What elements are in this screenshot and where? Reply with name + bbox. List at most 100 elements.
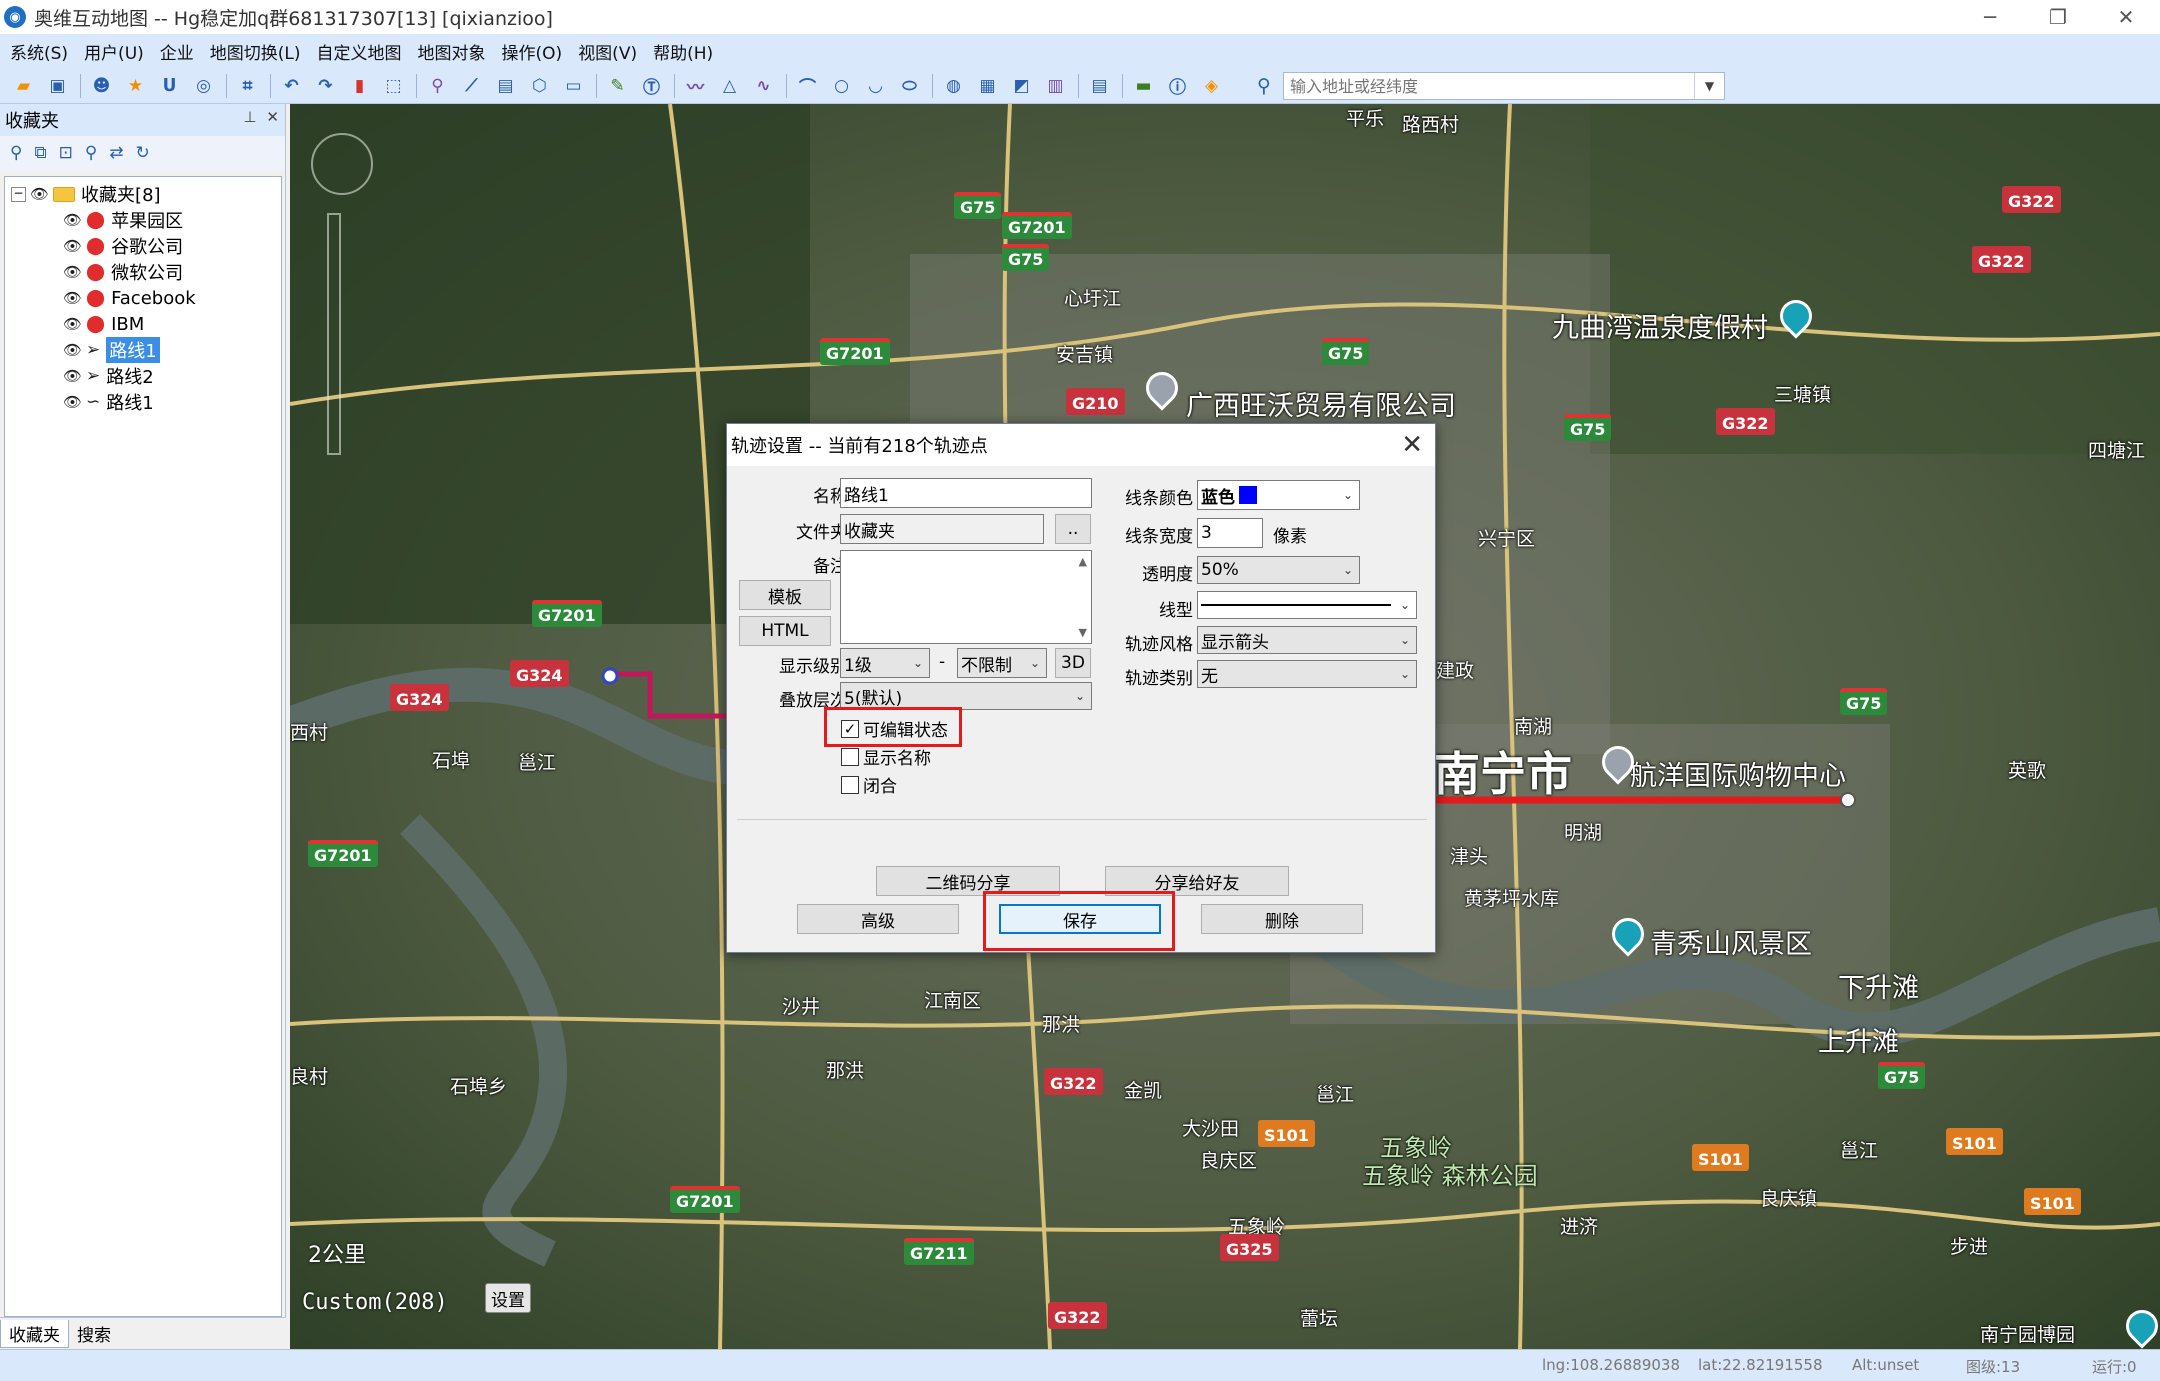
tree-item[interactable]: 👁 ⬤ 谷歌公司 xyxy=(63,233,183,259)
eye-icon[interactable]: 👁 xyxy=(63,289,82,307)
menu-view[interactable]: 视图(V) xyxy=(578,39,637,64)
vip-icon[interactable]: ◈ xyxy=(1198,72,1225,99)
eye-icon[interactable]: 👁 xyxy=(30,185,49,203)
triangle-icon[interactable]: △ xyxy=(716,72,743,99)
tree-item[interactable]: 👁 ➢ 路线2 xyxy=(63,363,154,389)
menu-operation[interactable]: 操作(O) xyxy=(502,39,563,64)
folder-browse-button[interactable]: .. xyxy=(1055,514,1091,544)
refresh-icon[interactable]: ↻ xyxy=(136,143,150,163)
scroll-up-icon[interactable]: ▲ xyxy=(1079,555,1087,568)
advanced-button[interactable]: 高级 xyxy=(797,904,959,934)
close-panel-icon[interactable]: ✕ xyxy=(266,108,279,126)
eye-icon[interactable]: 👁 xyxy=(63,341,82,359)
menu-system[interactable]: 系统(S) xyxy=(10,39,68,64)
3d-button[interactable]: 3D xyxy=(1055,648,1091,678)
checkbox-icon[interactable] xyxy=(841,775,859,794)
eye-icon[interactable]: 👁 xyxy=(63,315,82,333)
line-type-select[interactable]: ⌄ xyxy=(1197,591,1417,619)
opacity-select[interactable]: 50% ⌄ xyxy=(1197,556,1360,584)
checkbox-icon[interactable] xyxy=(841,747,859,766)
name-field[interactable]: 路线1 xyxy=(840,478,1092,508)
map-layer-icon[interactable]: ◩ xyxy=(1008,72,1035,99)
eye-icon[interactable]: 👁 xyxy=(63,237,82,255)
ruler-icon[interactable]: ⟋ xyxy=(458,72,485,99)
tree-item[interactable]: 👁 ➢ 路线1 xyxy=(63,337,160,363)
tab-search[interactable]: 搜索 xyxy=(69,1320,119,1348)
pin-icon[interactable]: ✎ xyxy=(604,72,631,99)
search-icon[interactable]: ⚲ xyxy=(1250,72,1278,100)
menu-user[interactable]: 用户(U) xyxy=(84,39,144,64)
address-search-input[interactable] xyxy=(1284,74,1694,98)
delete-button[interactable]: 删除 xyxy=(1201,904,1363,934)
ellipse-icon[interactable]: ⬭ xyxy=(896,72,923,99)
close-button[interactable]: ✕ xyxy=(2092,0,2160,34)
menu-enterprise[interactable]: 企业 xyxy=(160,39,194,64)
chat-icon[interactable]: ▬ xyxy=(1130,72,1157,99)
menu-map-switch[interactable]: 地图切换(L) xyxy=(210,39,301,64)
track-category-select[interactable]: 无 ⌄ xyxy=(1197,660,1417,688)
tree-item[interactable]: 👁 ⬤ Facebook xyxy=(63,285,196,311)
globe-icon[interactable]: ◍ xyxy=(940,72,967,99)
menu-custom-map[interactable]: 自定义地图 xyxy=(317,39,402,64)
chevron-down-icon[interactable]: ▼ xyxy=(1694,73,1724,99)
tree-item[interactable]: 👁 ⬤ IBM xyxy=(63,311,144,337)
minimize-button[interactable]: ─ xyxy=(1956,0,2024,34)
polyline-icon[interactable]: 〰 xyxy=(682,72,709,99)
crop-icon[interactable]: ⌗ xyxy=(234,72,261,99)
info-icon[interactable]: ⓘ xyxy=(1164,72,1191,99)
marker-icon[interactable]: ⚲ xyxy=(424,72,451,99)
line-width-field[interactable]: 3 xyxy=(1197,518,1263,548)
marker-icon[interactable]: ⚲ xyxy=(85,143,97,163)
table-icon[interactable]: ▤ xyxy=(1086,72,1113,99)
route-icon[interactable]: ᑌ xyxy=(156,72,183,99)
html-button[interactable]: HTML xyxy=(739,616,831,646)
undo-icon[interactable]: ↶ xyxy=(278,72,305,99)
eye-icon[interactable]: 👁 xyxy=(63,263,82,281)
track-style-select[interactable]: 显示箭头 ⌄ xyxy=(1197,626,1417,654)
closed-checkbox[interactable]: 闭合 xyxy=(841,772,897,797)
eye-icon[interactable]: 👁 xyxy=(63,393,82,411)
search-icon[interactable]: ⚲ xyxy=(10,143,22,163)
redo-icon[interactable]: ↷ xyxy=(312,72,339,99)
min-level-select[interactable]: 1级 ⌄ xyxy=(840,648,930,678)
tree-item[interactable]: 👁 ⬤ 微软公司 xyxy=(63,259,183,285)
select-rect-icon[interactable]: ⬚ xyxy=(380,72,407,99)
copy-icon[interactable]: ⧉ xyxy=(34,143,46,163)
measure-icon[interactable]: ▤ xyxy=(492,72,519,99)
pin-panel-icon[interactable]: ⊥ xyxy=(243,108,256,126)
template-button[interactable]: 模板 xyxy=(739,580,831,610)
camera-icon[interactable]: ▭ xyxy=(560,72,587,99)
tree-root[interactable]: − 👁 收藏夹[8] xyxy=(11,181,161,207)
open-folder-icon[interactable]: ▰ xyxy=(10,72,37,99)
locate-icon[interactable]: ⊡ xyxy=(59,143,73,163)
line-color-select[interactable]: 蓝色 ⌄ xyxy=(1197,480,1360,510)
arc2-icon[interactable]: ◡ xyxy=(862,72,889,99)
eye-icon[interactable]: 👁 xyxy=(63,367,82,385)
scroll-down-icon[interactable]: ▼ xyxy=(1079,626,1087,639)
swap-icon[interactable]: ⇄ xyxy=(109,143,123,163)
max-level-select[interactable]: 不限制 ⌄ xyxy=(957,648,1047,678)
polygon-icon[interactable]: ⬡ xyxy=(526,72,553,99)
delete-icon[interactable]: ▮ xyxy=(346,72,373,99)
users-icon[interactable]: ☻ xyxy=(88,72,115,99)
show-name-checkbox[interactable]: 显示名称 xyxy=(841,744,931,769)
tree-item[interactable]: 👁 ∽ 路线1 xyxy=(63,389,154,415)
dialog-close-icon[interactable]: ✕ xyxy=(1401,430,1423,460)
tree-item[interactable]: 👁 ⬤ 苹果园区 xyxy=(63,207,183,233)
layer-order-select[interactable]: 5(默认) ⌄ xyxy=(840,682,1092,710)
circle-icon[interactable]: ○ xyxy=(828,72,855,99)
menu-help[interactable]: 帮助(H) xyxy=(653,39,713,64)
restore-button[interactable]: ❐ xyxy=(2024,0,2092,34)
curve-icon[interactable]: ∿ xyxy=(750,72,777,99)
grid-icon[interactable]: ▦ xyxy=(974,72,1001,99)
layers-icon[interactable]: ◎ xyxy=(190,72,217,99)
save-icon[interactable]: ▣ xyxy=(44,72,71,99)
eye-icon[interactable]: 👁 xyxy=(63,211,82,229)
favorite-star-icon[interactable]: ★ xyxy=(122,72,149,99)
collapse-icon[interactable]: − xyxy=(11,186,26,202)
text-icon[interactable]: Ⓣ xyxy=(638,72,665,99)
arc-icon[interactable]: ⌒ xyxy=(794,72,821,99)
menu-map-object[interactable]: 地图对象 xyxy=(418,39,486,64)
map-settings-button[interactable]: 设置 xyxy=(485,1283,531,1313)
book-icon[interactable]: ▥ xyxy=(1042,72,1069,99)
